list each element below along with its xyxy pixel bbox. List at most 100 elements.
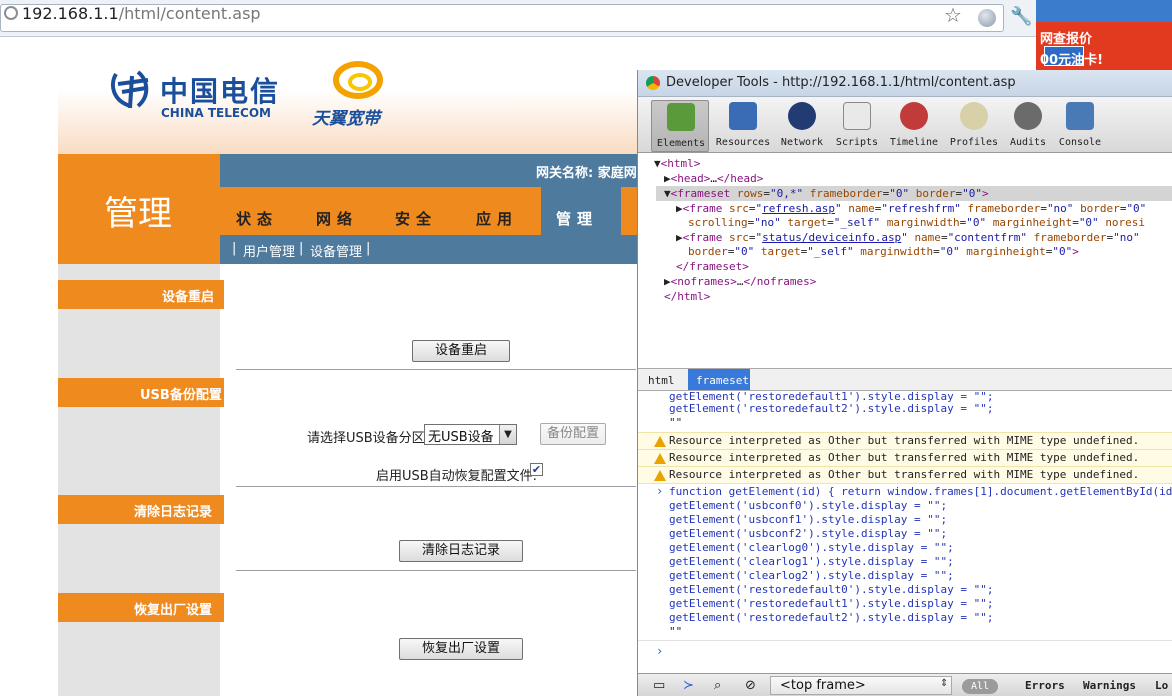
tianyi-logo <box>333 61 383 99</box>
dom-line[interactable]: ▶<frame src="refresh.asp" name="refreshf… <box>676 202 1146 215</box>
filter-errors[interactable]: Errors <box>1025 679 1065 692</box>
divider <box>236 369 636 370</box>
tool-audits[interactable]: Audits <box>999 100 1057 152</box>
url-path: /html/content.asp <box>118 4 261 23</box>
tool-timeline[interactable]: Timeline <box>885 100 943 152</box>
console-line: getElement('clearlog2').style.display = … <box>669 569 954 582</box>
globe-icon <box>4 6 18 20</box>
subnav-sep-1: | <box>232 241 237 256</box>
console-toggle-icon[interactable]: ≻ <box>683 678 694 693</box>
chevron-updown-icon: ⇕ <box>940 678 949 689</box>
ad-text-tail: 油卡! <box>1071 53 1104 68</box>
divider <box>236 486 636 487</box>
section-label-factory-reset: 恢复出厂设置 <box>134 603 213 618</box>
url-text[interactable]: 192.168.1.1/html/content.asp <box>22 4 261 23</box>
tool-elements[interactable]: Elements <box>651 100 709 152</box>
tool-label: Profiles <box>949 137 999 148</box>
tool-resources[interactable]: Resources <box>714 100 772 152</box>
chevron-down-icon[interactable]: ▼ <box>499 425 516 444</box>
tool-console[interactable]: Console <box>1051 100 1109 152</box>
page-title: 管理 <box>104 194 172 234</box>
dom-line[interactable]: ▶<frame src="status/deviceinfo.asp" name… <box>676 231 1140 244</box>
search-icon[interactable]: ⌕ <box>714 678 721 693</box>
brand-en: CHINA TELECOM <box>161 106 271 120</box>
filter-warnings[interactable]: Warnings <box>1083 679 1136 692</box>
subnav-user-manage[interactable]: 用户管理 <box>243 241 295 260</box>
crumb-frameset[interactable]: frameset <box>696 374 749 387</box>
warning-icon <box>654 470 666 481</box>
elements-icon <box>667 103 695 131</box>
section-label-reboot: 设备重启 <box>162 290 215 305</box>
left-column <box>58 264 220 696</box>
tool-label: Elements <box>656 138 706 149</box>
console-line: function getElement(id) { return window.… <box>669 485 1172 498</box>
usb-auto-restore-label: 启用USB自动恢复配置文件: <box>376 469 538 484</box>
subnav-device-manage[interactable]: 设备管理 <box>310 241 362 260</box>
warning-text: Resource interpreted as Other but transf… <box>669 468 1140 481</box>
url-host: 192.168.1.1 <box>22 4 119 23</box>
filter-all[interactable]: All <box>962 679 998 694</box>
column-divider <box>220 264 224 696</box>
ad-strip <box>1036 0 1172 22</box>
page-icon[interactable] <box>978 9 996 27</box>
usb-partition-label: 请选择USB设备分区: <box>307 431 430 446</box>
profiles-icon <box>960 102 988 130</box>
dock-icon[interactable]: ▭ <box>653 678 665 693</box>
china-telecom-logo <box>111 70 149 109</box>
dom-line[interactable]: ▼<html> <box>654 157 700 170</box>
tab-network[interactable]: 网络 <box>316 208 358 229</box>
section-label-usb: USB备份配置 <box>140 388 222 403</box>
brand-cn: 中国电信 <box>160 75 281 108</box>
console-line: getElement('restoredefault0').style.disp… <box>669 583 994 596</box>
dom-line: border="0" target="_self" marginwidth="0… <box>688 245 1079 258</box>
clear-icon[interactable]: ⊘ <box>745 678 756 693</box>
console-line: getElement('clearlog0').style.display = … <box>669 541 954 554</box>
dom-line[interactable]: ▼<frameset rows="0,*" frameborder="0" bo… <box>664 187 989 200</box>
tab-security[interactable]: 安全 <box>395 208 437 229</box>
dom-line[interactable]: ▶<noframes>…</noframes> <box>664 275 816 288</box>
console-divider <box>638 483 1172 484</box>
timeline-icon <box>900 102 928 130</box>
frame-select-value: <top frame> <box>780 678 866 693</box>
tool-label: Timeline <box>889 137 939 148</box>
subnav-sep-3: | <box>366 241 371 256</box>
network-icon <box>788 102 816 130</box>
filter-logs[interactable]: Lo <box>1155 679 1168 692</box>
usb-auto-restore-checkbox[interactable]: ✔ <box>530 463 543 476</box>
tab-apps[interactable]: 应用 <box>476 208 518 229</box>
dom-line: scrolling="no" target="_self" marginwidt… <box>688 216 1146 229</box>
warning-text: Resource interpreted as Other but transf… <box>669 434 1140 447</box>
tab-status[interactable]: 状态 <box>236 208 278 229</box>
tool-network[interactable]: Network <box>773 100 831 152</box>
wrench-icon[interactable]: 🔧 <box>1010 6 1032 27</box>
console-icon <box>1066 102 1094 130</box>
console-line: getElement('clearlog1').style.display = … <box>669 555 954 568</box>
console-line: getElement('usbconf0').style.display = "… <box>669 499 948 512</box>
chrome-icon <box>646 76 660 90</box>
tool-scripts[interactable]: Scripts <box>828 100 886 152</box>
star-icon[interactable]: ☆ <box>944 3 962 27</box>
usb-partition-value: 无USB设备 <box>428 430 494 445</box>
console-line: getElement('restoredefault1').style.disp… <box>669 597 994 610</box>
devtools-title: Developer Tools - http://192.168.1.1/htm… <box>666 75 1016 90</box>
console-input-icon: › <box>656 484 664 498</box>
ad-badge-text: 00元 <box>1040 53 1072 68</box>
reboot-button[interactable]: 设备重启 <box>412 340 510 362</box>
backup-config-button[interactable]: 备份配置 <box>540 423 606 445</box>
dom-line[interactable]: ▶<head>…</head> <box>664 172 763 185</box>
clear-log-button[interactable]: 清除日志记录 <box>399 540 523 562</box>
audits-icon <box>1014 102 1042 130</box>
console-divider <box>638 640 1172 641</box>
console-line: getElement('usbconf1').style.display = "… <box>669 513 948 526</box>
tool-profiles[interactable]: Profiles <box>945 100 1003 152</box>
crumb-html[interactable]: html <box>648 374 675 387</box>
ad-text-2: 00元油卡! <box>1040 49 1103 68</box>
subnav-sep-2: | <box>299 241 304 256</box>
console-line: getElement('restoredefault2').style.disp… <box>669 611 994 624</box>
tool-label: Network <box>780 137 824 148</box>
scripts-icon <box>843 102 871 130</box>
divider <box>236 570 636 571</box>
tab-manage[interactable]: 管理 <box>556 208 598 229</box>
console-prompt[interactable]: › <box>656 644 663 658</box>
factory-reset-button[interactable]: 恢复出厂设置 <box>399 638 523 660</box>
